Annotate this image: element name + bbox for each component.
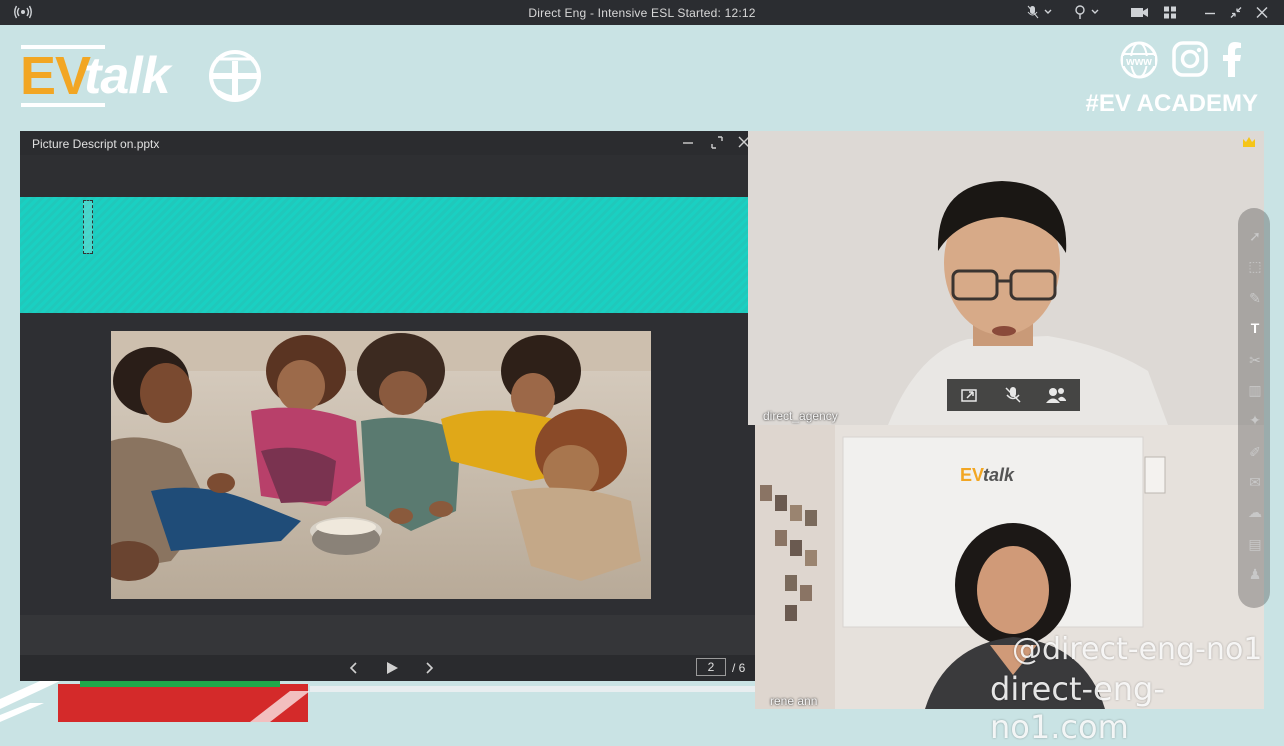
brand-banner: EV talk www #EV ACADEMY	[0, 25, 1284, 131]
slide-title-band	[20, 197, 748, 313]
text-cursor-box[interactable]	[83, 200, 93, 254]
instagram-icon[interactable]	[1172, 41, 1208, 77]
stripes-decoration	[0, 681, 755, 722]
logo-talk-text: talk	[84, 47, 171, 105]
layout-grid-icon[interactable]	[1163, 5, 1177, 20]
website-icon[interactable]: www	[1120, 41, 1158, 79]
chat-icon[interactable]: ✉	[1246, 474, 1264, 490]
trash-icon[interactable]: ▥	[1246, 382, 1264, 398]
presentation-file-name: Picture Descript on.pptx	[32, 137, 160, 151]
slide-navigation-bar: 2 / 6	[20, 655, 755, 681]
fullscreen-icon[interactable]	[710, 134, 724, 150]
academy-emblem-icon	[209, 50, 261, 102]
presentation-window[interactable]: Picture Descript on.pptx 2 / 6	[20, 131, 755, 681]
banner-bottom-decoration	[0, 681, 755, 722]
users-icon[interactable]: ♟	[1246, 566, 1264, 582]
current-page-input[interactable]: 2	[696, 658, 726, 676]
slide-top-band	[20, 155, 755, 197]
play-slideshow-icon[interactable]	[385, 661, 399, 675]
presentation-header: Picture Descript on.pptx	[20, 131, 755, 155]
previous-slide-icon[interactable]	[348, 661, 360, 675]
slide-photo	[111, 331, 651, 599]
camera-icon[interactable]	[1130, 5, 1150, 20]
select-area-icon[interactable]: ⬚	[1246, 258, 1264, 274]
briefcase-icon[interactable]: ▤	[1246, 536, 1264, 552]
wall-logo-ev: EV	[960, 465, 985, 485]
restore-icon[interactable]	[1229, 5, 1243, 20]
mic-muted-icon[interactable]	[1027, 5, 1057, 20]
video-controls-overlay	[947, 379, 1080, 411]
pen-icon[interactable]: ✎	[1246, 290, 1264, 306]
participants-icon[interactable]	[1045, 386, 1067, 404]
pointer-icon[interactable]: ➚	[1246, 228, 1264, 244]
host-crown-icon	[1243, 137, 1255, 147]
logo-bar-bottom	[21, 103, 105, 107]
watermark-handle: @direct-eng-no1	[1012, 632, 1263, 667]
participant-name-label: rene ann	[770, 694, 818, 708]
screen-share-icon[interactable]	[961, 387, 979, 403]
cloud-icon[interactable]: ☁	[1246, 504, 1264, 520]
mute-participant-icon[interactable]	[1004, 386, 1022, 404]
website-label: www	[1125, 56, 1152, 68]
wall-logo-talk: talk	[983, 465, 1015, 485]
edit-icon[interactable]: ✐	[1246, 444, 1264, 460]
speaker-icon[interactable]	[1074, 5, 1104, 20]
next-slide-icon[interactable]	[423, 661, 435, 675]
page-total-label: / 6	[732, 661, 746, 675]
app-titlebar: Direct Eng - Intensive ESL Started: 12:1…	[0, 0, 1284, 25]
scissors-icon[interactable]: ✂	[1246, 352, 1264, 368]
logo-ev-text: EV	[20, 46, 91, 106]
watermark-site: direct-eng-no1.com	[990, 670, 1165, 746]
minimize-icon[interactable]	[1204, 5, 1216, 20]
participant-name-label: direct_agency	[763, 409, 838, 423]
minimize-icon[interactable]	[682, 134, 694, 150]
academy-hashtag: #EV ACADEMY	[1085, 90, 1258, 117]
facebook-icon[interactable]	[1222, 41, 1242, 77]
laser-icon[interactable]: ✦	[1246, 412, 1264, 428]
text-tool-icon[interactable]: T	[1246, 320, 1264, 336]
close-icon[interactable]	[1256, 5, 1268, 20]
